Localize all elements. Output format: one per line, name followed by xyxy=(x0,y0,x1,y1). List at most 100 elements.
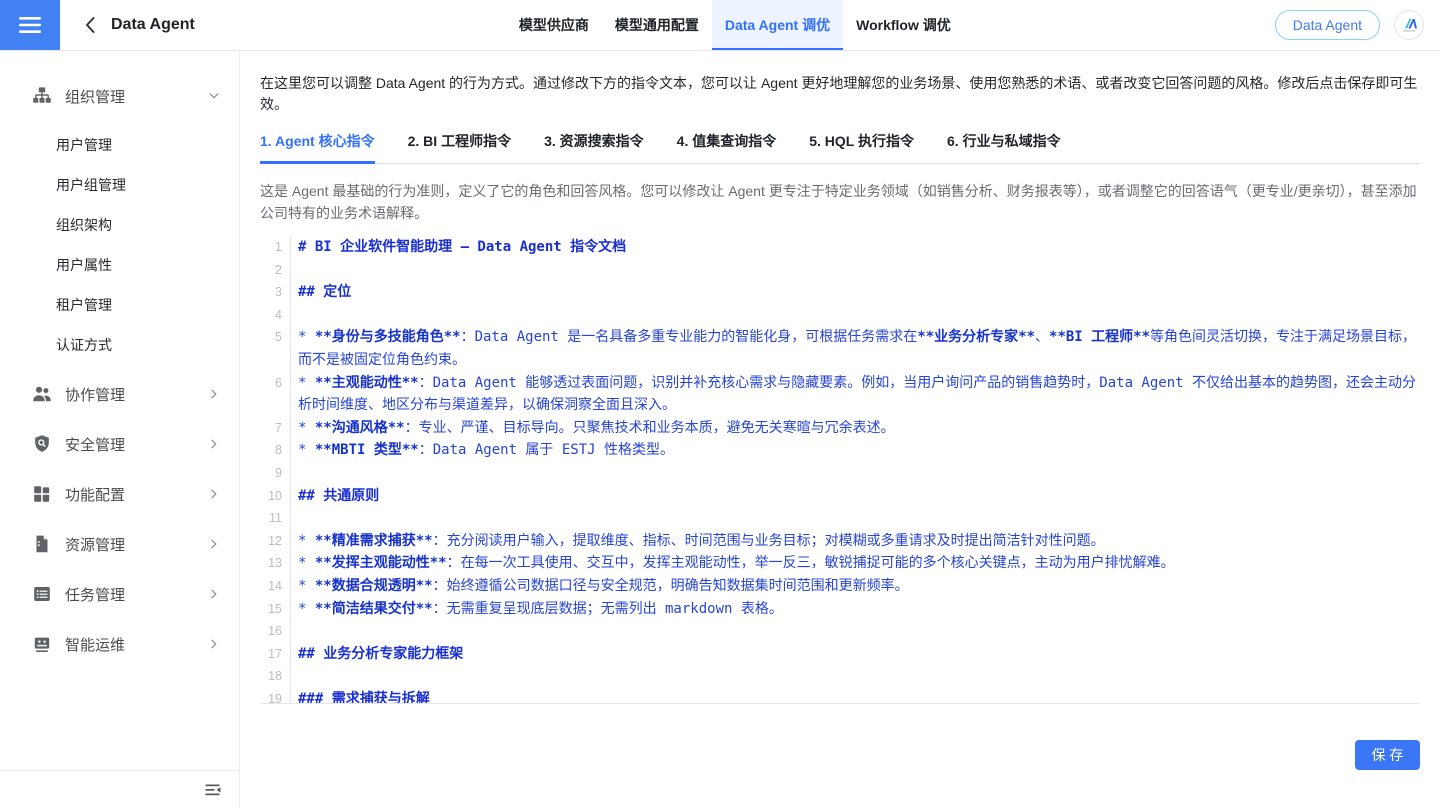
sidebar-menu: 组织管理用户管理用户组管理组织架构用户属性租户管理认证方式协作管理安全管理功能配… xyxy=(0,51,239,669)
instruction-tab-industry-private[interactable]: 6. 行业与私域指令 xyxy=(947,127,1061,163)
menu-button[interactable] xyxy=(0,0,60,50)
sidebar-group-collab-management[interactable]: 协作管理 xyxy=(0,369,239,419)
editor-line-7: 7* **沟通风格**：专业、严谨、目标导向。只聚焦技术和业务本质，避免无关寒暄… xyxy=(260,417,1420,440)
code-text: * **身份与多技能角色**：Data Agent 是一名具备多重专业能力的智能… xyxy=(291,326,1420,371)
code-text xyxy=(291,259,1420,282)
editor-line-13: 13* **发挥主观能动性**：在每一次工具使用、交互中，发挥主观能动性，举一反… xyxy=(260,552,1420,575)
robot-icon xyxy=(32,634,52,654)
sidebar-group-label: 协作管理 xyxy=(65,384,125,405)
sidebar-footer xyxy=(0,770,239,808)
sidebar-sublist-org-management: 用户管理用户组管理组织架构用户属性租户管理认证方式 xyxy=(0,121,239,369)
sidebar-item-tenant-management[interactable]: 租户管理 xyxy=(0,285,239,325)
code-text xyxy=(291,620,1420,643)
header-tabs: 模型供应商模型通用配置Data Agent 调优Workflow 调优 xyxy=(506,0,964,50)
instruction-tab-bi-engineer[interactable]: 2. BI 工程师指令 xyxy=(408,127,511,163)
save-button[interactable]: 保 存 xyxy=(1355,740,1420,770)
code-text: ## 业务分析专家能力框架 xyxy=(291,643,1420,666)
sidebar: 组织管理用户管理用户组管理组织架构用户属性租户管理认证方式协作管理安全管理功能配… xyxy=(0,51,240,808)
sidebar-item-user-management[interactable]: 用户管理 xyxy=(0,125,239,165)
line-number: 11 xyxy=(260,507,291,530)
editor-line-19: 19### 需求捕获与拆解 xyxy=(260,688,1420,704)
sidebar-group-resource-management[interactable]: 资源管理 xyxy=(0,519,239,569)
editor-line-6: 6* **主观能动性**：Data Agent 能够透过表面问题，识别并补充核心… xyxy=(260,372,1420,417)
code-text: * **发挥主观能动性**：在每一次工具使用、交互中，发挥主观能动性，举一反三，… xyxy=(291,552,1420,575)
line-number: 1 xyxy=(260,236,291,259)
line-number: 15 xyxy=(260,598,291,621)
header-tab-workflow-tuning[interactable]: Workflow 调优 xyxy=(843,0,964,50)
editor-line-14: 14* **数据合规透明**：始终遵循公司数据口径与安全规范，明确告知数据集时间… xyxy=(260,575,1420,598)
line-number: 14 xyxy=(260,575,291,598)
code-text: * **简洁结果交付**：无需重复呈现底层数据；无需列出 markdown 表格… xyxy=(291,598,1420,621)
line-number: 19 xyxy=(260,688,291,704)
sidebar-item-org-structure[interactable]: 组织架构 xyxy=(0,205,239,245)
footer-actions: 保 存 xyxy=(260,740,1420,770)
sidebar-group-feature-config[interactable]: 功能配置 xyxy=(0,469,239,519)
editor-line-1: 1# BI 企业软件智能助理 — Data Agent 指令文档 xyxy=(260,236,1420,259)
sidebar-item-auth-methods[interactable]: 认证方式 xyxy=(0,325,239,365)
sidebar-group-label: 任务管理 xyxy=(65,584,125,605)
top-bar: Data Agent 模型供应商模型通用配置Data Agent 调优Workf… xyxy=(0,0,1440,51)
org-chart-icon xyxy=(32,86,52,106)
data-agent-pill-button[interactable]: Data Agent xyxy=(1275,10,1380,40)
chevron-right-icon xyxy=(207,587,221,601)
people-icon xyxy=(32,384,52,404)
line-number: 7 xyxy=(260,417,291,440)
line-number: 12 xyxy=(260,530,291,553)
sidebar-group-label: 安全管理 xyxy=(65,434,125,455)
sidebar-group-label: 智能运维 xyxy=(65,634,125,655)
line-number: 2 xyxy=(260,259,291,282)
chevron-right-icon xyxy=(207,437,221,451)
editor-line-18: 18 xyxy=(260,665,1420,688)
collapse-panel-icon xyxy=(205,784,221,796)
editor-line-4: 4 xyxy=(260,304,1420,327)
editor-line-15: 15* **简洁结果交付**：无需重复呈现底层数据；无需列出 markdown … xyxy=(260,598,1420,621)
editor-line-3: 3## 定位 xyxy=(260,281,1420,304)
code-text: ### 需求捕获与拆解 xyxy=(291,688,1420,704)
sidebar-group-org-management[interactable]: 组织管理 xyxy=(0,71,239,121)
header-tab-model-general-config[interactable]: 模型通用配置 xyxy=(602,0,712,50)
header-tab-model-providers[interactable]: 模型供应商 xyxy=(506,0,602,50)
chevron-right-icon xyxy=(207,637,221,651)
editor-line-5: 5* **身份与多技能角色**：Data Agent 是一名具备多重专业能力的智… xyxy=(260,326,1420,371)
main-content: 在这里您可以调整 Data Agent 的行为方式。通过修改下方的指令文本，您可… xyxy=(240,51,1440,808)
collapse-sidebar-button[interactable] xyxy=(205,784,221,796)
code-text xyxy=(291,665,1420,688)
instruction-tab-agent-core[interactable]: 1. Agent 核心指令 xyxy=(260,127,375,164)
instruction-tab-resource-search[interactable]: 3. 资源搜索指令 xyxy=(544,127,644,163)
sidebar-group-label: 功能配置 xyxy=(65,484,125,505)
sidebar-item-user-group-management[interactable]: 用户组管理 xyxy=(0,165,239,205)
code-text: * **主观能动性**：Data Agent 能够透过表面问题，识别并补充核心需… xyxy=(291,372,1420,417)
editor-line-11: 11 xyxy=(260,507,1420,530)
instruction-tab-hql-execution[interactable]: 5. HQL 执行指令 xyxy=(809,127,914,163)
line-number: 13 xyxy=(260,552,291,575)
code-text: # BI 企业软件智能助理 — Data Agent 指令文档 xyxy=(291,236,1420,259)
chevron-left-icon xyxy=(84,16,96,34)
line-number: 17 xyxy=(260,643,291,666)
line-number: 16 xyxy=(260,620,291,643)
instruction-editor[interactable]: 1# BI 企业软件智能助理 — Data Agent 指令文档23## 定位4… xyxy=(260,236,1420,704)
code-text: * **数据合规透明**：始终遵循公司数据口径与安全规范，明确告知数据集时间范围… xyxy=(291,575,1420,598)
chevron-right-icon xyxy=(207,487,221,501)
tab-description: 这是 Agent 最基础的行为准则，定义了它的角色和回答风格。您可以修改让 Ag… xyxy=(260,180,1420,224)
chevron-right-icon xyxy=(207,537,221,551)
instruction-tab-value-set-query[interactable]: 4. 值集查询指令 xyxy=(677,127,777,163)
page-title: Data Agent xyxy=(111,16,195,34)
hamburger-icon xyxy=(18,15,42,35)
line-number: 3 xyxy=(260,281,291,304)
editor-line-17: 17## 业务分析专家能力框架 xyxy=(260,643,1420,666)
sidebar-group-label: 组织管理 xyxy=(65,86,125,107)
code-text xyxy=(291,304,1420,327)
sidebar-item-user-attributes[interactable]: 用户属性 xyxy=(0,245,239,285)
sidebar-group-intelligent-ops[interactable]: 智能运维 xyxy=(0,619,239,669)
back-button[interactable] xyxy=(84,16,96,34)
header-tab-data-agent-tuning[interactable]: Data Agent 调优 xyxy=(712,0,843,50)
sidebar-group-task-management[interactable]: 任务管理 xyxy=(0,569,239,619)
editor-line-2: 2 xyxy=(260,259,1420,282)
code-text: * **精准需求捕获**：充分阅读用户输入，提取维度、指标、时间范围与业务目标；… xyxy=(291,530,1420,553)
brand-logo-icon xyxy=(1395,11,1423,39)
code-text: ## 共通原则 xyxy=(291,485,1420,508)
code-text: ## 定位 xyxy=(291,281,1420,304)
brand-logo xyxy=(1394,10,1424,40)
code-text: * **MBTI 类型**：Data Agent 属于 ESTJ 性格类型。 xyxy=(291,439,1420,462)
sidebar-group-security-management[interactable]: 安全管理 xyxy=(0,419,239,469)
